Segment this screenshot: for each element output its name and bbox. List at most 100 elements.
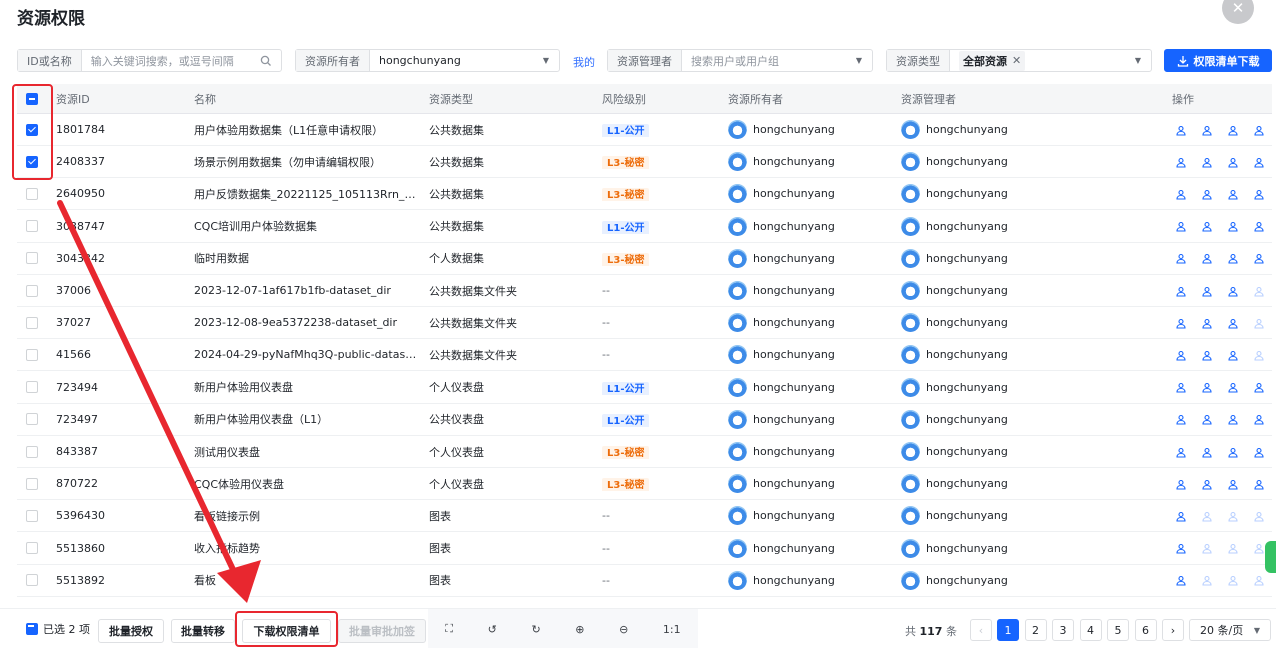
user-permission-icon[interactable]	[1174, 348, 1188, 362]
row-checkbox[interactable]	[26, 509, 38, 522]
user-permission-icon[interactable]	[1174, 123, 1188, 137]
resource-name[interactable]: 场景示例用数据集（勿申请编辑权限）	[194, 154, 419, 170]
user-permission-icon[interactable]	[1200, 573, 1214, 587]
page-3-button[interactable]: 3	[1052, 619, 1074, 641]
user-permission-icon[interactable]	[1226, 219, 1240, 233]
user-permission-icon[interactable]	[1174, 541, 1188, 555]
user-permission-icon[interactable]	[1252, 348, 1266, 362]
resource-name[interactable]: 2024-04-29-pyNafMhq3Q-public-dataset_dir	[194, 348, 419, 361]
row-checkbox[interactable]	[26, 348, 38, 361]
user-permission-icon[interactable]	[1252, 477, 1266, 491]
user-permission-icon[interactable]	[1174, 445, 1188, 459]
user-permission-icon[interactable]	[1174, 412, 1188, 426]
user-permission-icon[interactable]	[1200, 412, 1214, 426]
manager-search-input[interactable]: 搜索用户或用户组	[682, 53, 855, 69]
fullscreen-icon[interactable]: ⛶	[445, 622, 453, 636]
resource-name[interactable]: 2023-12-08-9ea5372238-dataset_dir	[194, 316, 419, 329]
user-permission-icon[interactable]	[1226, 348, 1240, 362]
page-4-button[interactable]: 4	[1079, 619, 1102, 641]
user-permission-icon[interactable]	[1226, 445, 1240, 459]
user-permission-icon[interactable]	[1252, 155, 1266, 169]
user-permission-icon[interactable]	[1252, 412, 1266, 426]
user-permission-icon[interactable]	[1174, 155, 1188, 169]
id-name-filter[interactable]: ID或名称 输入关键词搜索，或逗号间隔	[17, 49, 282, 72]
user-permission-icon[interactable]	[1200, 316, 1214, 330]
page-2-button[interactable]: 2	[1024, 619, 1047, 641]
user-permission-icon[interactable]	[1174, 284, 1188, 298]
tag-close-icon[interactable]: ✕	[1012, 54, 1021, 67]
user-permission-icon[interactable]	[1200, 219, 1214, 233]
id-search-input[interactable]: 输入关键词搜索，或逗号间隔	[82, 53, 260, 69]
user-permission-icon[interactable]	[1174, 316, 1188, 330]
type-filter[interactable]: 资源类型 全部资源 ✕ ▼	[886, 49, 1152, 72]
user-permission-icon[interactable]	[1174, 219, 1188, 233]
user-permission-icon[interactable]	[1252, 251, 1266, 265]
page-6-button[interactable]: 6	[1134, 619, 1157, 641]
resource-name[interactable]: 用户体验用数据集（L1任意申请权限）	[194, 122, 419, 138]
resource-name[interactable]: 看板链接示例	[194, 508, 419, 524]
row-checkbox[interactable]	[26, 477, 38, 490]
user-permission-icon[interactable]	[1226, 477, 1240, 491]
user-permission-icon[interactable]	[1226, 123, 1240, 137]
user-permission-icon[interactable]	[1226, 509, 1240, 523]
user-permission-icon[interactable]	[1226, 316, 1240, 330]
user-permission-icon[interactable]	[1200, 284, 1214, 298]
bulk-select-checkbox[interactable]	[26, 623, 38, 635]
row-checkbox[interactable]	[26, 284, 38, 297]
user-permission-icon[interactable]	[1252, 123, 1266, 137]
resource-name[interactable]: CQC培训用户体验数据集	[194, 218, 419, 234]
user-permission-icon[interactable]	[1252, 509, 1266, 523]
row-checkbox[interactable]	[26, 445, 38, 458]
page-5-button[interactable]: 5	[1107, 619, 1129, 641]
user-permission-icon[interactable]	[1226, 412, 1240, 426]
row-checkbox[interactable]	[26, 542, 38, 555]
user-permission-icon[interactable]	[1174, 380, 1188, 394]
user-permission-icon[interactable]	[1252, 445, 1266, 459]
resource-name[interactable]: 收入指标趋势	[194, 540, 419, 556]
resource-name[interactable]: 新用户体验用仪表盘	[194, 379, 419, 395]
user-permission-icon[interactable]	[1252, 187, 1266, 201]
user-permission-icon[interactable]	[1174, 187, 1188, 201]
zoom-in-icon[interactable]: ⊕	[575, 623, 584, 636]
manager-filter[interactable]: 资源管理者 搜索用户或用户组 ▼	[607, 49, 873, 72]
prev-page-button[interactable]: ‹	[970, 619, 992, 641]
resource-name[interactable]: 新用户体验用仪表盘（L1）	[194, 411, 419, 427]
resource-name[interactable]: 2023-12-07-1af617b1fb-dataset_dir	[194, 284, 419, 297]
row-checkbox[interactable]	[26, 381, 38, 394]
side-float-tab[interactable]	[1265, 541, 1276, 573]
zoom-out-icon[interactable]: ⊖	[619, 623, 628, 636]
row-checkbox[interactable]	[26, 187, 38, 200]
user-permission-icon[interactable]	[1200, 541, 1214, 555]
batch-approve-button[interactable]: 批量审批加签	[338, 619, 426, 643]
resource-name[interactable]: 用户反馈数据集_20221125_105113Rrn_20...	[194, 186, 419, 202]
user-permission-icon[interactable]	[1174, 573, 1188, 587]
user-permission-icon[interactable]	[1252, 541, 1266, 555]
rotate-right-icon[interactable]: ↻	[531, 623, 540, 636]
row-checkbox[interactable]	[26, 252, 38, 265]
user-permission-icon[interactable]	[1200, 477, 1214, 491]
user-permission-icon[interactable]	[1226, 541, 1240, 555]
user-permission-icon[interactable]	[1174, 477, 1188, 491]
row-checkbox[interactable]	[26, 574, 38, 587]
close-icon[interactable]: ✕	[1222, 0, 1254, 24]
user-permission-icon[interactable]	[1252, 316, 1266, 330]
user-permission-icon[interactable]	[1252, 219, 1266, 233]
download-permission-list-button[interactable]: 权限清单下载	[1164, 49, 1272, 72]
resource-name[interactable]: 看板	[194, 572, 419, 588]
user-permission-icon[interactable]	[1226, 380, 1240, 394]
user-permission-icon[interactable]	[1174, 509, 1188, 523]
row-checkbox[interactable]	[26, 316, 38, 329]
user-permission-icon[interactable]	[1252, 573, 1266, 587]
user-permission-icon[interactable]	[1252, 380, 1266, 394]
page-1-button[interactable]: 1	[997, 619, 1019, 641]
batch-grant-button[interactable]: 批量授权	[98, 619, 164, 643]
rotate-left-icon[interactable]: ↺	[488, 623, 497, 636]
user-permission-icon[interactable]	[1200, 509, 1214, 523]
user-permission-icon[interactable]	[1226, 573, 1240, 587]
owner-filter[interactable]: 资源所有者 hongchunyang ▼	[295, 49, 560, 72]
zoom-reset-button[interactable]: 1:1	[663, 623, 681, 636]
batch-transfer-button[interactable]: 批量转移	[171, 619, 235, 643]
user-permission-icon[interactable]	[1200, 155, 1214, 169]
user-permission-icon[interactable]	[1226, 155, 1240, 169]
mine-link[interactable]: 我的	[573, 54, 595, 70]
